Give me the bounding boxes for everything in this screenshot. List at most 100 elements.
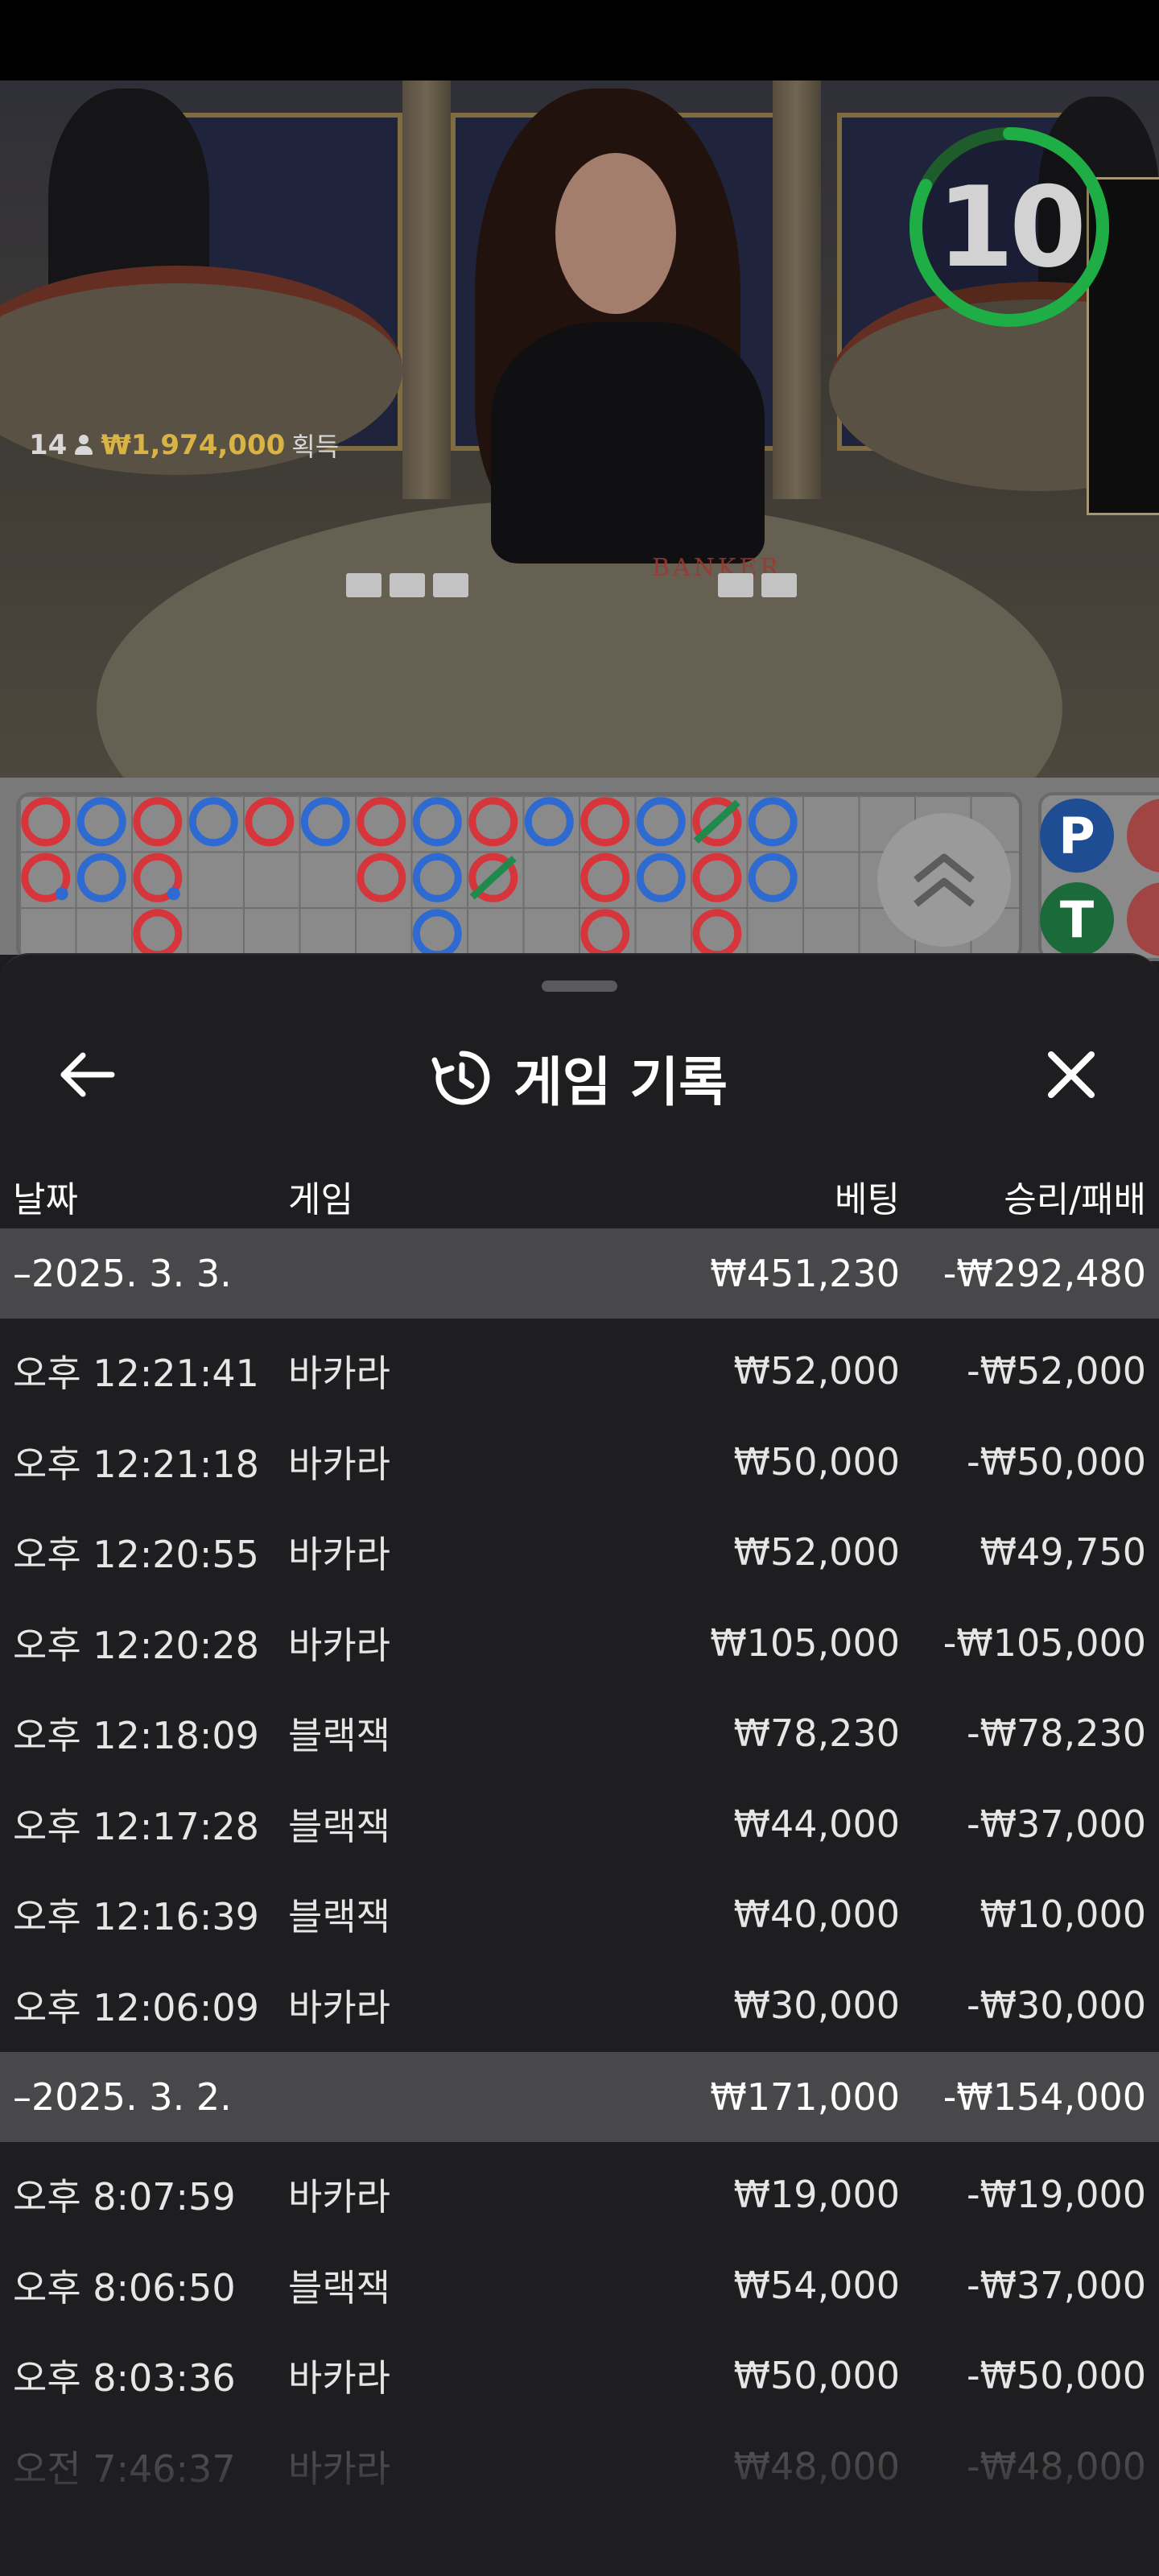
row-bet: ₩52,000	[733, 1530, 900, 1575]
player-marker	[300, 797, 350, 847]
title-wrap: 게임 기록	[0, 1001, 1159, 1154]
group-date: –2025. 3. 3.	[13, 1252, 232, 1295]
person-icon	[73, 435, 94, 456]
group-bet-total: ₩451,230	[710, 1252, 900, 1295]
status-bar	[0, 0, 1159, 80]
player-marker	[412, 797, 462, 847]
row-bet: ₩78,230	[733, 1711, 900, 1756]
row-game: 바카라	[288, 1623, 390, 1667]
row-bet: ₩40,000	[733, 1893, 900, 1937]
date-group-row[interactable]: –2025. 3. 2. ₩171,000 -₩154,000	[0, 2052, 1159, 2142]
banker-marker	[357, 852, 406, 902]
player-marker	[188, 797, 238, 847]
row-game: 블랙잭	[288, 1895, 390, 1939]
column-header-game: 게임	[288, 1179, 353, 1220]
row-bet: ₩50,000	[733, 1439, 900, 1484]
row-bet: ₩19,000	[733, 2173, 900, 2217]
column-header-result: 승리/패배	[1004, 1179, 1146, 1220]
row-result: -₩19,000	[966, 2173, 1146, 2217]
table-row[interactable]: 오후 12:20:28 바카라 ₩105,000 -₩105,000	[0, 1598, 1159, 1689]
row-game: 바카라	[288, 1533, 390, 1577]
player-predict-button[interactable]: P	[1040, 799, 1114, 873]
row-time: 오후 12:20:28	[13, 1623, 259, 1667]
table-row[interactable]: 오후 8:06:50 블랙잭 ₩54,000 -₩37,000	[0, 2240, 1159, 2331]
banker-marker	[357, 797, 406, 847]
player-marker	[76, 797, 126, 847]
drag-handle[interactable]	[542, 980, 617, 992]
row-result: -₩50,000	[966, 1439, 1146, 1484]
row-game: 바카라	[288, 1442, 390, 1486]
row-time: 오후 8:07:59	[13, 2175, 236, 2219]
row-result: ₩10,000	[980, 1893, 1146, 1937]
row-game: 블랙잭	[288, 1804, 390, 1848]
table-row[interactable]: 오후 12:18:09 블랙잭 ₩78,230 -₩78,230	[0, 1688, 1159, 1779]
row-time: 오후 8:06:50	[13, 2265, 236, 2310]
row-time: 오후 12:16:39	[13, 1895, 259, 1939]
table-row[interactable]: 오후 12:17:28 블랙잭 ₩44,000 -₩37,000	[0, 1779, 1159, 1870]
row-game: 바카라	[288, 2175, 390, 2219]
countdown-timer: 10	[936, 162, 1087, 292]
table-row[interactable]: 오전 7:46:37 바카라 ₩48,000 -₩48,000	[0, 2421, 1159, 2512]
table-row[interactable]: 오후 12:06:09 바카라 ₩30,000 -₩30,000	[0, 1960, 1159, 2051]
row-time: 오후 12:21:18	[13, 1442, 259, 1486]
row-time: 오후 12:06:09	[13, 1985, 259, 2029]
row-time: 오후 12:17:28	[13, 1804, 259, 1848]
row-game: 바카라	[288, 1352, 390, 1396]
table-row[interactable]: 오후 8:03:36 바카라 ₩50,000 -₩50,000	[0, 2330, 1159, 2421]
row-time: 오전 7:46:37	[13, 2446, 236, 2491]
win-label: 획득	[291, 431, 340, 462]
banker-marker	[692, 909, 742, 959]
banker-marker	[580, 852, 630, 902]
row-result: -₩105,000	[942, 1620, 1146, 1665]
banker-marker	[21, 797, 71, 847]
table-row[interactable]: 오후 12:21:41 바카라 ₩52,000 -₩52,000	[0, 1326, 1159, 1417]
row-result: -₩48,000	[966, 2444, 1146, 2488]
player-marker	[412, 852, 462, 902]
close-button[interactable]	[1027, 1030, 1116, 1119]
table-row[interactable]: 오후 8:07:59 바카라 ₩19,000 -₩19,000	[0, 2149, 1159, 2240]
history-table: –2025. 3. 3. ₩451,230 -₩292,480 오후 12:21…	[0, 1228, 1159, 2512]
player-marker	[524, 797, 574, 847]
column-header-date: 날짜	[13, 1179, 78, 1220]
row-result: -₩30,000	[966, 1983, 1146, 2027]
player-pair-dot	[55, 887, 68, 901]
row-game: 바카라	[288, 2446, 390, 2491]
row-bet: ₩52,000	[733, 1349, 900, 1393]
row-bet: ₩54,000	[733, 2263, 900, 2307]
player-marker	[76, 852, 126, 902]
row-result: -₩50,000	[966, 2354, 1146, 2398]
close-icon	[1048, 1051, 1095, 1098]
row-game: 블랙잭	[288, 2265, 390, 2310]
player-marker	[636, 852, 686, 902]
arrow-left-icon	[60, 1052, 115, 1097]
expand-up-button[interactable]	[877, 813, 1011, 947]
win-amount: ₩1,974,000	[101, 429, 286, 461]
row-game: 바카라	[288, 2356, 390, 2401]
banker-marker	[692, 852, 742, 902]
history-icon	[431, 1051, 490, 1105]
banker-marker	[245, 797, 295, 847]
group-date: –2025. 3. 2.	[13, 2075, 232, 2119]
row-result: -₩52,000	[966, 1349, 1146, 1393]
column-header-bet: 베팅	[835, 1179, 900, 1220]
row-bet: ₩44,000	[733, 1802, 900, 1846]
table-row[interactable]: 오후 12:20:55 바카라 ₩52,000 ₩49,750	[0, 1507, 1159, 1598]
banker-marker	[133, 797, 183, 847]
bead-road	[21, 797, 798, 959]
player-pair-dot	[167, 887, 180, 901]
group-result-total: -₩154,000	[942, 2075, 1146, 2119]
back-button[interactable]	[43, 1030, 132, 1119]
row-time: 오후 8:03:36	[13, 2356, 236, 2401]
row-time: 오후 12:18:09	[13, 1714, 259, 1758]
row-result: -₩37,000	[966, 2263, 1146, 2307]
player-marker	[748, 852, 798, 902]
win-notice: 14 ₩1,974,000 획득	[29, 427, 339, 464]
date-group-row[interactable]: –2025. 3. 3. ₩451,230 -₩292,480	[0, 1228, 1159, 1319]
row-bet: ₩50,000	[733, 2354, 900, 2398]
table-row[interactable]: 오후 12:16:39 블랙잭 ₩40,000 ₩10,000	[0, 1869, 1159, 1960]
row-game: 바카라	[288, 1985, 390, 2029]
row-bet: ₩48,000	[733, 2444, 900, 2488]
tie-predict-button[interactable]: T	[1040, 882, 1114, 956]
table-row[interactable]: 오후 12:21:18 바카라 ₩50,000 -₩50,000	[0, 1417, 1159, 1508]
winner-count: 14	[29, 429, 68, 461]
